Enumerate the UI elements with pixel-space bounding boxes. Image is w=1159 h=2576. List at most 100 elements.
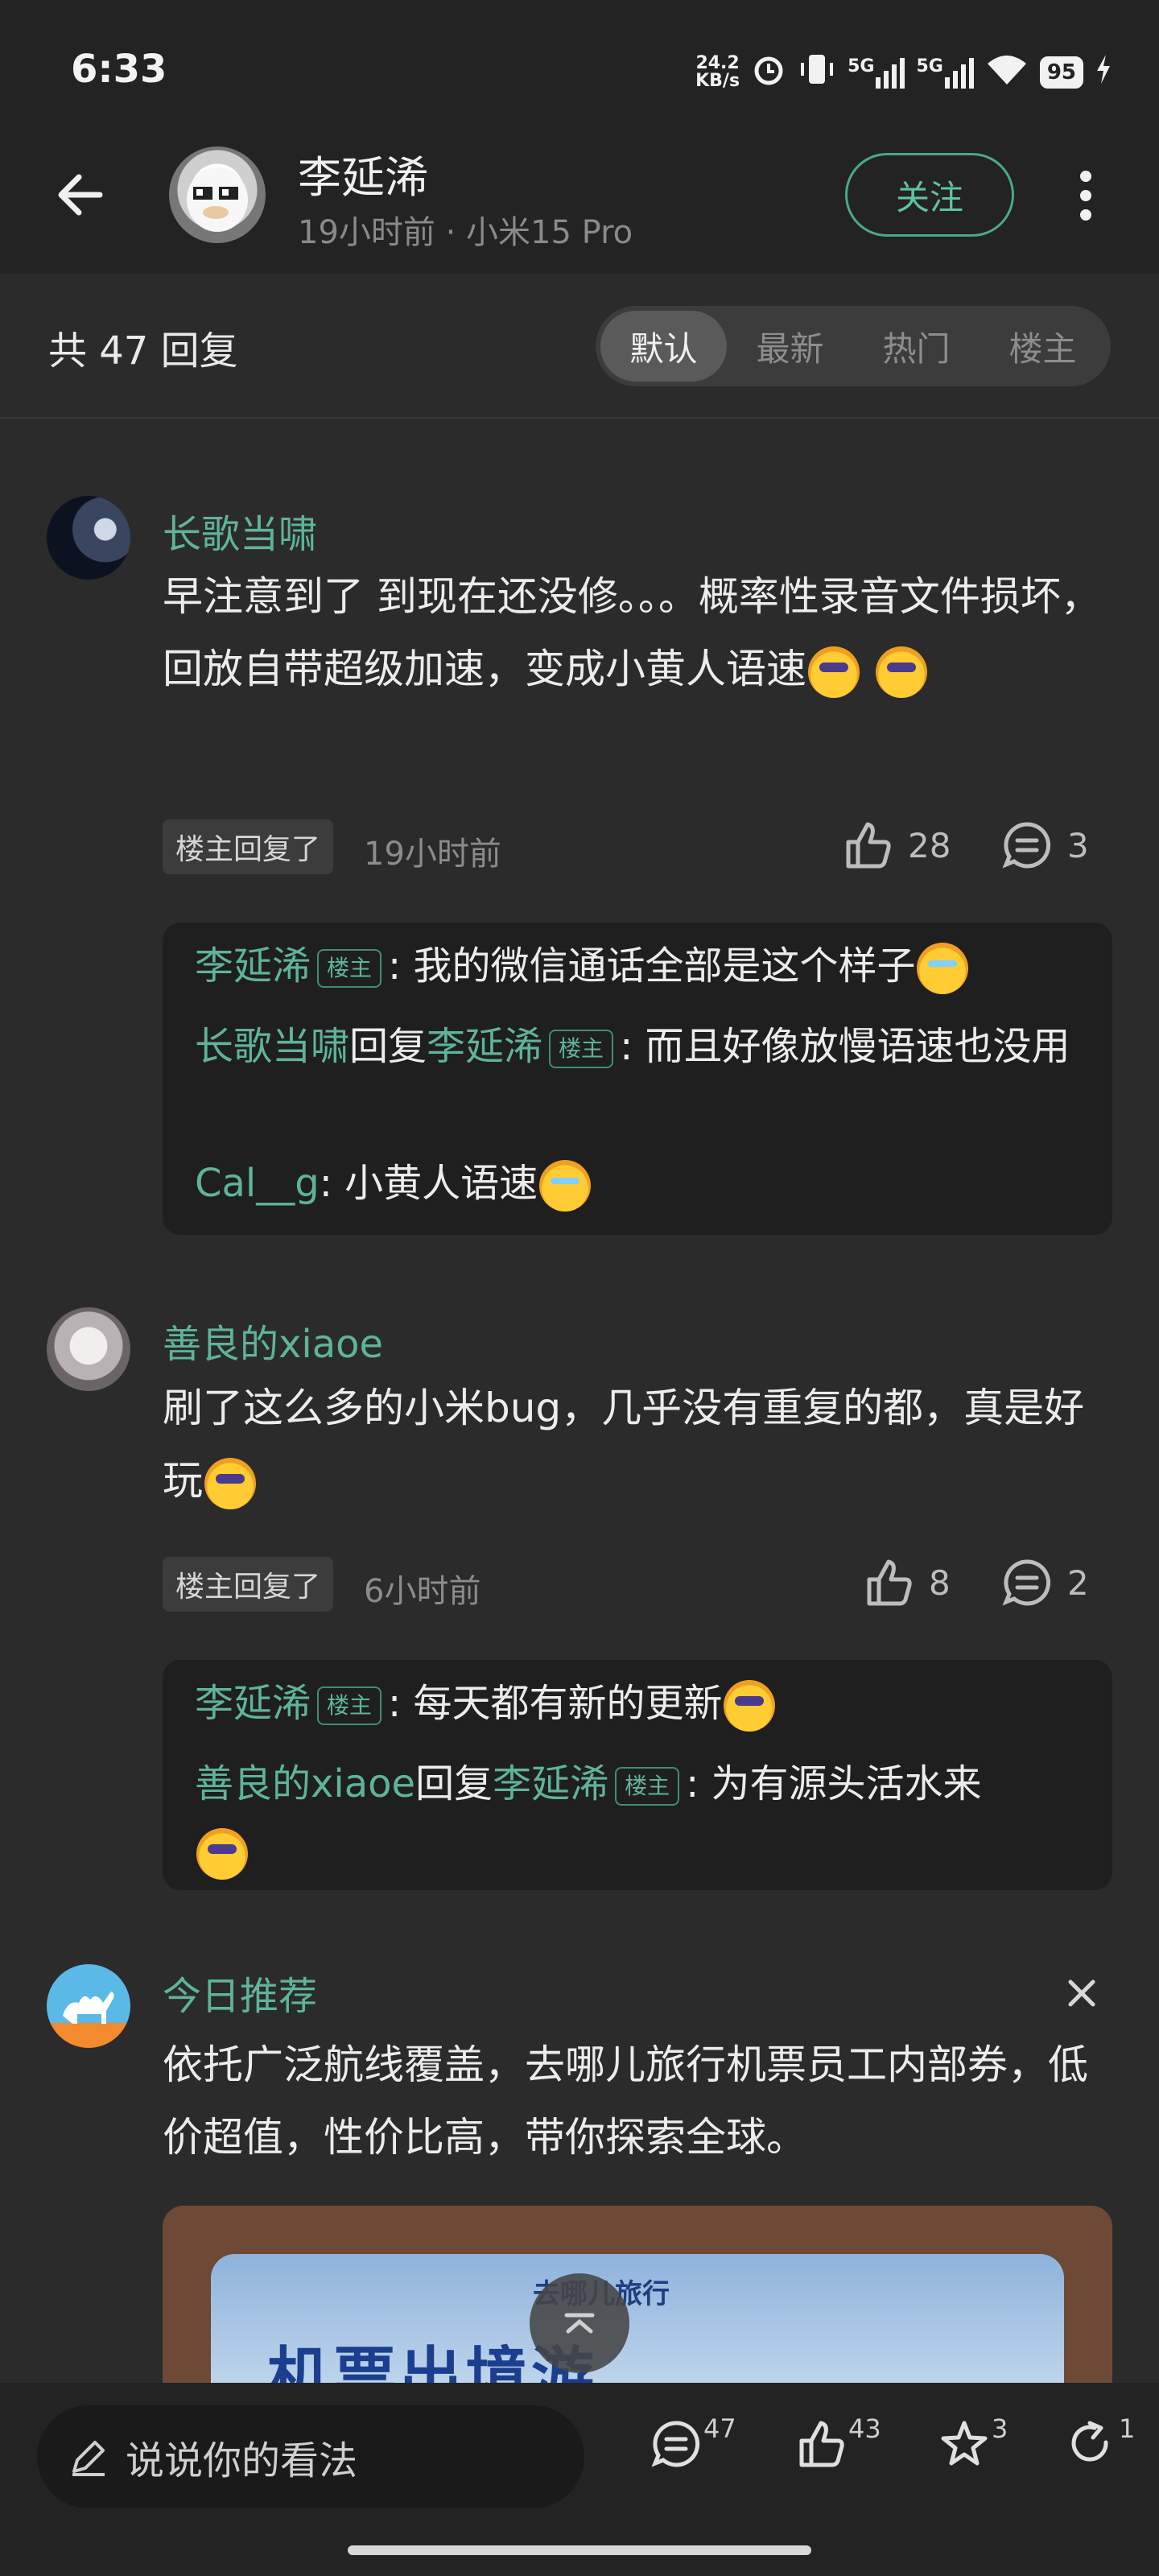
tab-op-only[interactable]: 楼主 (980, 311, 1106, 382)
home-indicator[interactable] (348, 2545, 811, 2555)
thumbs-up-icon (799, 2421, 844, 2467)
ad-banner-image[interactable]: 去哪儿旅行 机票出境游 (163, 2206, 1112, 2383)
ad-text: 依托广泛航线覆盖，去哪儿旅行机票员工内部券，低价超值，性价比高，带你探索全球。 (163, 2041, 1088, 2161)
sub-reply-text: : 而且好像放慢语速也没用 (620, 1024, 1070, 1069)
ad-close-button[interactable] (1058, 1969, 1106, 2017)
like-count: 28 (908, 825, 951, 865)
share-button[interactable]: 1 (1066, 2413, 1135, 2470)
comment-bubble-icon (1002, 1559, 1051, 1606)
sub-reply[interactable]: 善良的xiaoe回复李延浠 楼主: 为有源头活水来 (195, 1750, 1080, 1885)
thumbs-up-icon (867, 1559, 912, 1606)
signal-5g-icon: 5G (848, 56, 905, 89)
reply-count: 共 47 回复 (48, 328, 238, 374)
ad-source-name[interactable]: 今日推荐 (163, 1964, 317, 2021)
shares-count: 1 (1119, 2413, 1136, 2444)
comments-count: 47 (703, 2413, 736, 2444)
like-count: 8 (929, 1563, 951, 1603)
op-replied-tag: 楼主回复了 (163, 819, 334, 874)
reply-button[interactable]: 3 (1001, 819, 1089, 871)
comment-time: 19小时前 (364, 836, 501, 873)
chevron-up-icon (564, 2313, 595, 2334)
op-badge: 楼主 (615, 1767, 680, 1806)
op-badge: 楼主 (317, 1686, 382, 1725)
sub-reply-target[interactable]: 李延浠 (427, 1024, 542, 1069)
tab-hot[interactable]: 热门 (853, 311, 980, 382)
emoji-icon (196, 1828, 248, 1880)
ad-avatar[interactable] (47, 1964, 130, 2048)
back-button[interactable] (52, 161, 116, 225)
comment-input[interactable]: 说说你的看法 (37, 2405, 584, 2508)
sub-replies-box[interactable]: 李延浠 楼主: 我的微信通话全部是这个样子 长歌当啸回复李延浠 楼主: 而且好像放慢… (163, 923, 1112, 1235)
arrow-left-icon (58, 174, 103, 216)
post-like-button[interactable]: 43 (795, 2413, 881, 2470)
commenter-name[interactable]: 善良的xiaoe (163, 1312, 383, 1368)
charging-icon (1095, 53, 1112, 91)
status-time: 6:33 (71, 47, 167, 92)
signal-5g-label: 5G (848, 56, 875, 76)
follow-button[interactable]: 关注 (845, 153, 1014, 237)
comment-text-content: 早注意到了 到现在还没修。。。概率性录音文件损坏，回放自带超级加速，变成小黄人语… (163, 573, 1101, 692)
emoji-icon (917, 943, 969, 994)
reply-count-label: 3 (1067, 825, 1089, 865)
signal-5g-label-2: 5G (916, 56, 943, 76)
emoji-icon (204, 1457, 256, 1509)
emoji-icon (808, 646, 860, 698)
avatar-duck-image (187, 167, 248, 232)
author-name[interactable]: 李延浠 (298, 142, 428, 205)
commenter-name[interactable]: 长歌当啸 (163, 502, 317, 559)
op-badge: 楼主 (549, 1030, 614, 1068)
sort-tabs: 默认 最新 热门 楼主 (596, 306, 1111, 386)
sub-reply[interactable]: 李延浠 楼主: 我的微信通话全部是这个样子 (195, 932, 1080, 1000)
reply-word: 回复 (349, 1024, 427, 1069)
share-icon (1071, 2421, 1108, 2462)
tab-default[interactable]: 默认 (600, 311, 727, 382)
comments-button[interactable]: 47 (650, 2413, 736, 2470)
commenter-avatar[interactable] (47, 1307, 130, 1391)
comment-bubble-icon (1002, 822, 1051, 869)
battery-icon: 95 (1039, 56, 1083, 89)
sub-reply[interactable]: 李延浠 楼主: 每天都有新的更新 (195, 1670, 1080, 1737)
status-icons: 24.2 KB/s 5G 5G 95 (695, 52, 1112, 93)
sub-reply-text: : 为有源头活水来 (686, 1761, 982, 1806)
sub-reply-author[interactable]: 李延浠 (195, 1681, 311, 1726)
author-avatar[interactable] (169, 147, 266, 243)
vibrate-icon (798, 52, 836, 93)
like-button[interactable]: 28 (842, 819, 951, 871)
comment-text: 刷了这么多的小米bug，几乎没有重复的都，真是好玩 (163, 1372, 1112, 1517)
stars-count: 3 (992, 2413, 1008, 2444)
sub-reply-author[interactable]: 长歌当啸 (195, 1024, 349, 1069)
comment-time: 6小时前 (364, 1573, 481, 1610)
wifi-icon (985, 52, 1029, 92)
sub-reply-target[interactable]: 李延浠 (493, 1761, 608, 1806)
scroll-to-top-button[interactable] (530, 2273, 629, 2373)
tab-latest[interactable]: 最新 (727, 311, 853, 382)
sub-reply-text: : 小黄人语速 (319, 1161, 538, 1206)
reply-button[interactable]: 2 (1001, 1557, 1089, 1608)
op-replied-tag: 楼主回复了 (163, 1557, 334, 1612)
comment-bubble-icon (651, 2421, 700, 2467)
net-speed: 24.2 KB/s (695, 54, 740, 90)
emoji-icon (724, 1680, 776, 1732)
favorite-button[interactable]: 3 (938, 2413, 1008, 2470)
sub-reply[interactable]: Cal__g: 小黄人语速 (195, 1150, 1080, 1217)
likes-count: 43 (848, 2413, 881, 2444)
alarm-icon (751, 52, 786, 93)
reply-word: 回复 (415, 1761, 493, 1806)
emoji-icon (875, 646, 927, 698)
comment-text-content: 刷了这么多的小米bug，几乎没有重复的都，真是好玩 (163, 1385, 1085, 1504)
commenter-avatar[interactable] (47, 496, 130, 580)
close-icon (1068, 1979, 1095, 2007)
sub-replies-box[interactable]: 李延浠 楼主: 每天都有新的更新 善良的xiaoe回复李延浠 楼主: 为有源头活水来 (163, 1660, 1112, 1890)
thumbs-up-icon (846, 822, 891, 869)
sub-reply-author[interactable]: 善良的xiaoe (195, 1761, 415, 1806)
comment-text: 早注意到了 到现在还没修。。。概率性录音文件损坏，回放自带超级加速，变成小黄人语… (163, 560, 1112, 705)
sub-reply-author[interactable]: Cal__g (195, 1161, 320, 1206)
op-badge: 楼主 (317, 949, 382, 988)
sub-reply[interactable]: 长歌当啸回复李延浠 楼主: 而且好像放慢语速也没用 (195, 1013, 1080, 1080)
sub-reply-author[interactable]: 李延浠 (195, 943, 311, 989)
camel-logo-icon (63, 1992, 114, 2024)
more-options-button[interactable] (1067, 161, 1104, 230)
comment-input-placeholder: 说说你的看法 (126, 2438, 358, 2483)
sub-reply-text: : 每天都有新的更新 (388, 1681, 723, 1726)
like-button[interactable]: 8 (863, 1557, 951, 1608)
